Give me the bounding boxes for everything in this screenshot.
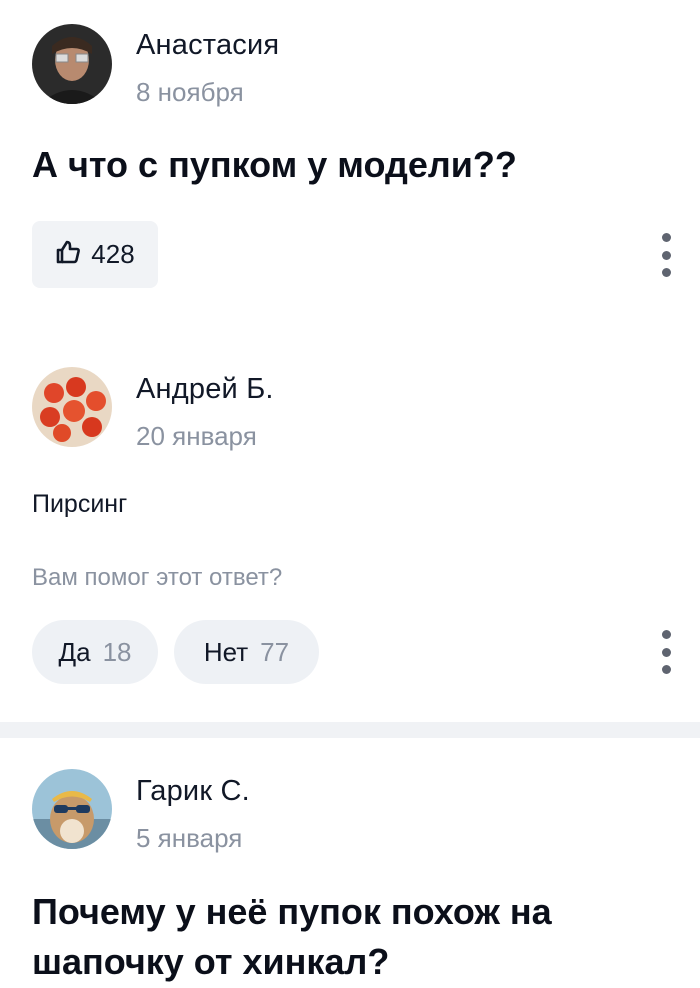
question-text: Почему у неё пупок похож на шапочку от х… [32,891,552,982]
author-name[interactable]: Андрей Б. [136,373,274,406]
thumbs-up-icon [55,239,81,270]
no-label: Нет [203,636,249,667]
helpful-yes-button[interactable]: Да 18 [32,620,158,684]
yes-label: Да [58,636,91,667]
like-button[interactable]: 428 [32,221,158,288]
kebab-menu-icon[interactable] [660,630,672,674]
helpful-prompt: Вам помог этот ответ? [32,564,283,591]
helpful-no-button[interactable]: Нет 77 [174,620,319,684]
section-divider [0,722,700,738]
post-date: 8 ноября [136,77,244,107]
yes-count: 18 [102,636,132,667]
like-count: 428 [91,239,135,269]
author-name[interactable]: Гарик С. [136,775,250,808]
answer-date: 20 января [136,421,257,451]
post-date: 5 января [136,823,243,853]
answer-text: Пирсинг [32,490,128,518]
author-name[interactable]: Анастасия [136,29,279,62]
kebab-menu-icon[interactable] [660,233,672,277]
avatar-garik[interactable] [32,769,112,849]
avatar-andrey[interactable] [32,367,112,447]
avatar-anastasia[interactable] [32,24,112,104]
no-count: 77 [260,636,290,667]
question-text: А что с пупком у модели?? [32,144,517,185]
